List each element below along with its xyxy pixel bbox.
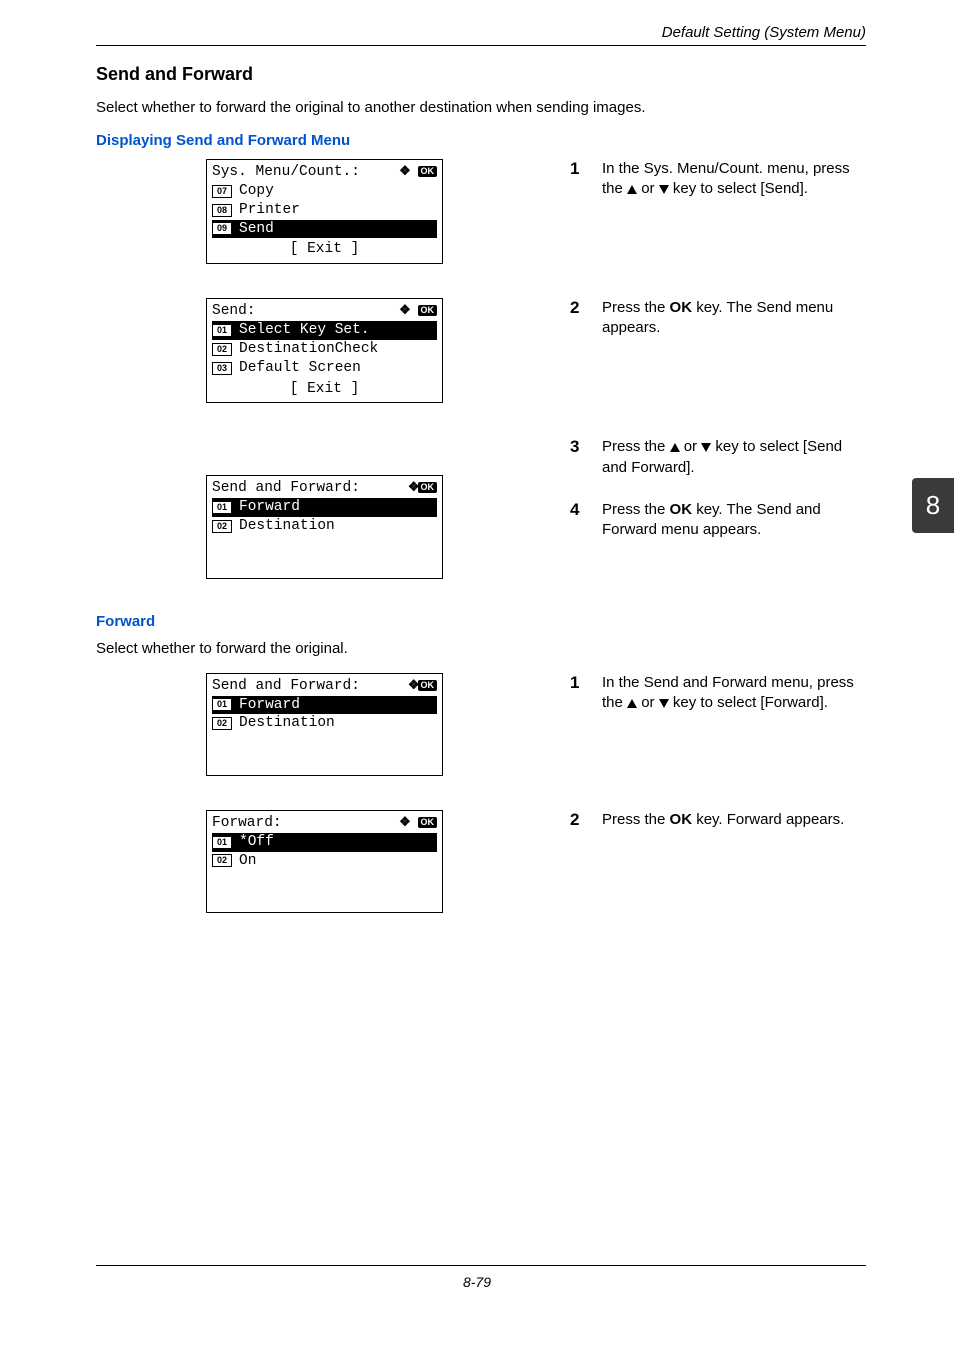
lcd4-r2: Destination: [239, 714, 335, 733]
down-icon: [659, 699, 669, 708]
step-b2: 2 Press the OK key. Forward appears.: [570, 810, 866, 830]
step-text: key to select [Forward].: [669, 694, 828, 711]
step-num: 4: [570, 500, 584, 520]
lcd-screen-3: Send and Forward: ❖OK 01 Forward 02 Destin…: [206, 475, 443, 578]
nav-icon: ❖: [399, 814, 409, 831]
step-text: key to select [Send].: [669, 180, 808, 197]
tab-number: 8: [926, 490, 940, 521]
step-a2: 2 Press the OK key. The Send menu appear…: [570, 298, 866, 339]
lcd1-r1: Copy: [239, 182, 274, 201]
step-num: 1: [570, 673, 584, 693]
running-header: Default Setting (System Menu): [96, 24, 866, 41]
nav-icon: ❖: [399, 302, 409, 319]
subsection-2-intro: Select whether to forward the original.: [96, 640, 866, 657]
lcd5-r2: On: [239, 852, 256, 871]
step-text: Press the: [602, 438, 670, 455]
num-badge: 01: [212, 324, 232, 337]
lcd-screen-1: Sys. Menu/Count.: ❖ OK 07Copy 08Printer …: [206, 159, 443, 264]
step-a4: 4 Press the OK key. The Send and Forward…: [570, 500, 866, 541]
ok-badge-icon: OK: [418, 482, 438, 493]
lcd3-r1: Forward: [239, 498, 300, 517]
section-intro: Select whether to forward the original t…: [96, 99, 866, 116]
header-rule: [96, 45, 866, 46]
num-badge: 01: [212, 836, 232, 849]
step-a3: 3 Press the or key to select [Send and F…: [570, 437, 866, 478]
nav-icon: ❖: [408, 479, 418, 496]
or-text: or: [637, 180, 659, 197]
ok-badge-icon: OK: [418, 166, 438, 177]
num-badge: 07: [212, 185, 232, 198]
num-badge: 02: [212, 343, 232, 356]
num-badge: 02: [212, 854, 232, 867]
step-b1: 1 In the Send and Forward menu, press th…: [570, 673, 866, 714]
step-a1: 1 In the Sys. Menu/Count. menu, press th…: [570, 159, 866, 200]
footer-rule: [96, 1265, 866, 1266]
section-title: Send and Forward: [96, 64, 866, 85]
lcd1-exit: [ Exit ]: [212, 238, 437, 259]
nav-icon: ❖: [399, 163, 409, 180]
lcd5-r1: *Off: [239, 833, 274, 852]
nav-icon: ❖: [408, 677, 418, 694]
lcd-screen-4: Send and Forward: ❖OK 01 Forward 02 Destin…: [206, 673, 443, 776]
up-icon: [627, 185, 637, 194]
lcd1-r3: Send: [239, 220, 274, 239]
step-text: Press the: [602, 811, 670, 828]
lcd5-title: Forward:: [212, 814, 282, 833]
or-text: or: [637, 694, 659, 711]
num-badge: 01: [212, 698, 232, 711]
step-num: 1: [570, 159, 584, 179]
ok-badge-icon: OK: [418, 305, 438, 316]
lcd-screen-2: Send: ❖ OK 01 Select Key Set. 02 Destinati…: [206, 298, 443, 403]
lcd2-title: Send:: [212, 302, 256, 321]
num-badge: 02: [212, 520, 232, 533]
lcd2-exit: [ Exit ]: [212, 378, 437, 399]
lcd2-r3: Default Screen: [239, 359, 361, 378]
ok-key: OK: [670, 811, 693, 828]
ok-badge-icon: OK: [418, 680, 438, 691]
lcd-screen-5: Forward: ❖ OK 01 *Off 02 On: [206, 810, 443, 913]
up-icon: [670, 443, 680, 452]
num-badge: 09: [212, 222, 232, 235]
page-footer: 8-79: [0, 1265, 954, 1290]
lcd3-title: Send and Forward:: [212, 479, 360, 498]
or-text: or: [680, 438, 702, 455]
num-badge: 02: [212, 717, 232, 730]
page-thumb-tab: 8: [912, 478, 954, 533]
down-icon: [701, 443, 711, 452]
up-icon: [627, 699, 637, 708]
lcd2-r1: Select Key Set.: [239, 321, 370, 340]
step-text: key. Forward appears.: [692, 811, 844, 828]
subsection-1-title: Displaying Send and Forward Menu: [96, 132, 866, 149]
lcd2-r2: DestinationCheck: [239, 340, 378, 359]
lcd1-r2: Printer: [239, 201, 300, 220]
num-badge: 01: [212, 501, 232, 514]
step-num: 2: [570, 810, 584, 830]
down-icon: [659, 185, 669, 194]
step-text: Press the: [602, 501, 670, 518]
lcd3-r2: Destination: [239, 517, 335, 536]
ok-badge-icon: OK: [418, 817, 438, 828]
lcd1-title: Sys. Menu/Count.:: [212, 163, 360, 182]
lcd4-title: Send and Forward:: [212, 677, 360, 696]
step-num: 2: [570, 298, 584, 318]
page-number: 8-79: [463, 1274, 491, 1290]
step-text: Press the: [602, 299, 670, 316]
subsection-2-title: Forward: [96, 613, 866, 630]
step-num: 3: [570, 437, 584, 457]
num-badge: 08: [212, 204, 232, 217]
lcd4-r1: Forward: [239, 696, 300, 715]
ok-key: OK: [670, 299, 693, 316]
ok-key: OK: [670, 501, 693, 518]
num-badge: 03: [212, 362, 232, 375]
